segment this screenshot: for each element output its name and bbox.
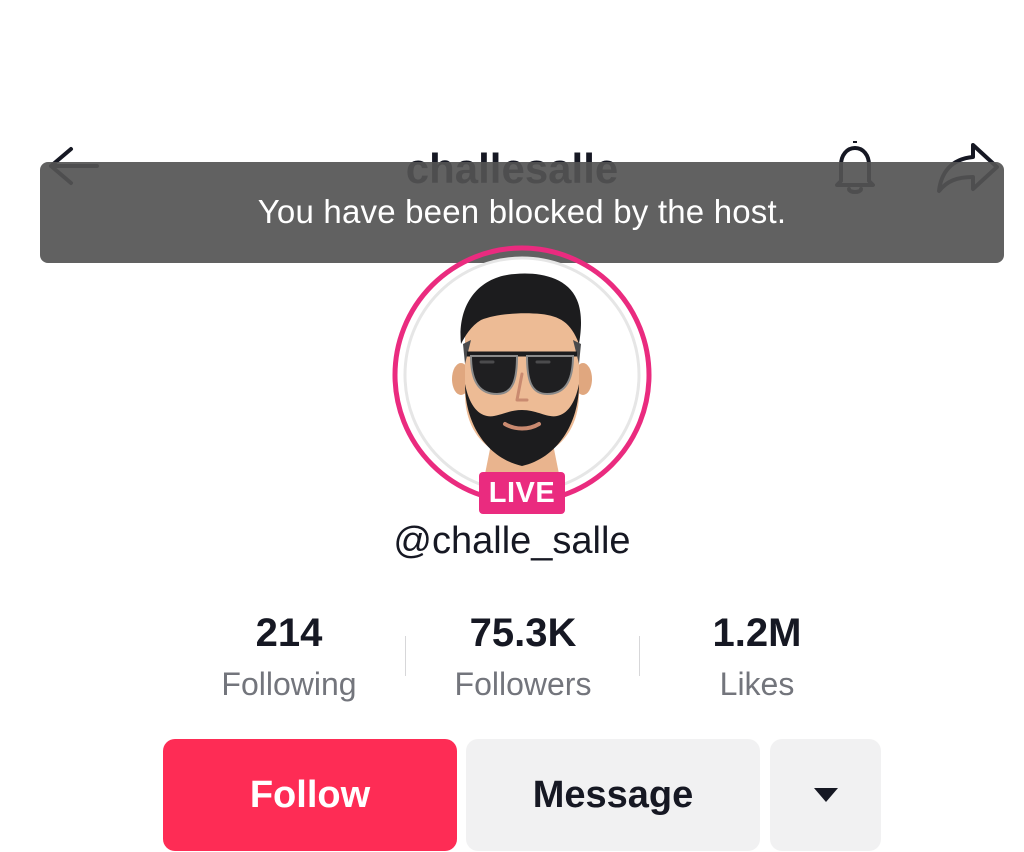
stat-likes-label: Likes xyxy=(719,666,795,702)
stat-likes[interactable]: 1.2M Likes xyxy=(640,606,874,708)
avatar-cartoon-man-sunglasses xyxy=(392,245,652,505)
more-options-button[interactable] xyxy=(770,739,881,851)
profile-screen: challesalle You have been blocked by the… xyxy=(0,0,1024,852)
toast-message: You have been blocked by the host. xyxy=(257,192,787,230)
stat-followers[interactable]: 75.3K Followers xyxy=(406,606,640,708)
follow-button[interactable]: Follow xyxy=(163,739,457,851)
live-badge[interactable]: LIVE xyxy=(479,472,565,514)
message-button-label: Message xyxy=(532,773,694,816)
follow-button-label: Follow xyxy=(249,773,371,816)
stat-following[interactable]: 214 Following xyxy=(172,606,406,708)
stat-followers-value: 75.3K xyxy=(469,611,577,655)
caret-down-icon xyxy=(813,788,838,802)
stat-following-label: Following xyxy=(221,666,357,702)
avatar[interactable] xyxy=(391,244,653,506)
message-button[interactable]: Message xyxy=(466,739,760,851)
stat-likes-value: 1.2M xyxy=(712,611,802,655)
stat-following-value: 214 xyxy=(255,611,323,655)
stat-followers-label: Followers xyxy=(454,666,592,702)
username: @challe_salle xyxy=(393,520,631,562)
